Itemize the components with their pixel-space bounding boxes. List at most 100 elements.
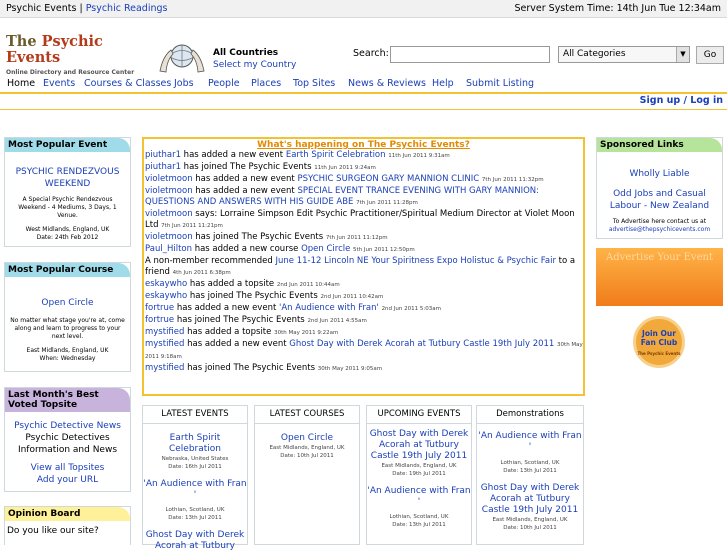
fan-club-badge[interactable]: Join Our Fan Club The Psychic Events: [633, 316, 685, 368]
feed-item: violetmoon has added a new event SPECIAL…: [144, 186, 583, 209]
feed-user-link[interactable]: fortrue: [145, 315, 174, 325]
feed-item-link[interactable]: Ghost Day with Derek Acorah at Tutbury C…: [289, 339, 554, 349]
event-location: Lothian, Scotland, UK: [389, 514, 449, 520]
nav-submit-listing[interactable]: Submit Listing: [466, 76, 534, 92]
search-label: Search:: [353, 48, 389, 59]
event-location: East Midlands, England, UK: [381, 463, 457, 469]
event-date: Date: 13th Jul 2011: [503, 468, 557, 474]
feed-date: 2nd Jun 2011 10:44am: [276, 282, 340, 288]
sponsored-link-1[interactable]: Wholly Liable: [600, 168, 719, 180]
box-heading: Opinion Board: [5, 507, 130, 521]
box-heading: Most Popular Event: [5, 138, 130, 152]
feed-item-link[interactable]: June 11-12 Lincoln NE Your Spiritness Ex…: [275, 256, 556, 266]
feed-user-link[interactable]: eskaywho: [145, 279, 187, 289]
feed-item-link[interactable]: Open Circle: [301, 244, 350, 254]
feed-item: violetmoon has added a new event PSYCHIC…: [144, 174, 583, 186]
feed-text: has added a new event: [184, 339, 290, 349]
upcoming-events-column: UPCOMING EVENTS Ghost Day with Derek Aco…: [366, 405, 472, 545]
nav-home[interactable]: Home: [7, 76, 35, 92]
event-link[interactable]: Earth Spirit Celebration: [143, 433, 247, 455]
feed-date: 30th May 2011 9:05am: [317, 366, 383, 372]
feed-title[interactable]: What's happening on The Psychic Events?: [144, 140, 583, 150]
feed-item: eskaywho has added a topsite 2nd Jun 201…: [144, 279, 583, 291]
most-popular-course-box: Most Popular Course Open Circle No matte…: [4, 262, 131, 372]
event-date: Date: 10th Jul 2011: [503, 525, 557, 531]
signup-bar: Sign up / Log in: [0, 94, 727, 110]
feed-user-link[interactable]: mystified: [145, 327, 184, 337]
server-time: Server System Time: 14th Jun Tue 12:34am: [514, 3, 721, 14]
sponsored-links-box: Sponsored Links Wholly Liable Odd Jobs a…: [596, 137, 723, 239]
popular-course-link[interactable]: Open Circle: [10, 297, 125, 309]
feed-user-link[interactable]: violetmoon: [145, 209, 193, 219]
feed-item-link[interactable]: PSYCHIC SURGEON GARY MANNION CLINIC: [297, 174, 479, 184]
column-heading: UPCOMING EVENTS: [367, 406, 471, 424]
feed-text: has added a new event: [180, 150, 286, 160]
feed-item: mystified has added a topsite 30th May 2…: [144, 327, 583, 339]
nav-places[interactable]: Places: [251, 76, 281, 92]
popular-course-location: East Midlands, England, UK: [26, 347, 109, 354]
feed-user-link[interactable]: mystified: [145, 363, 184, 373]
nav-jobs[interactable]: Jobs: [174, 76, 194, 92]
feed-user-link[interactable]: violetmoon: [145, 174, 193, 184]
event-link[interactable]: 'An Audience with Fran ': [367, 486, 471, 508]
popular-event-location: West Midlands, England, UK: [25, 226, 110, 233]
chevron-down-icon[interactable]: ▼: [676, 47, 689, 62]
event-link[interactable]: 'An Audience with Fran ': [477, 431, 583, 453]
nav-people[interactable]: People: [208, 76, 240, 92]
feed-item-link[interactable]: Earth Spirit Celebration: [286, 150, 386, 160]
box-heading: Last Month's Best Voted Topsite: [5, 388, 130, 412]
feed-user-link[interactable]: violetmoon: [145, 186, 193, 196]
popular-event-link[interactable]: PSYCHIC RENDEZVOUS WEEKEND: [11, 166, 124, 190]
nav-events[interactable]: Events: [43, 76, 75, 92]
go-button[interactable]: Go: [696, 46, 724, 64]
feed-date: 30th May 2011 9:22am: [274, 330, 339, 336]
best-topsite-box: Last Month's Best Voted Topsite Psychic …: [4, 387, 131, 492]
feed-user-link[interactable]: piuthar1: [145, 150, 181, 160]
nav-news-reviews[interactable]: News & Reviews: [348, 76, 426, 92]
demonstrations-column: Demonstrations 'An Audience with Fran ' …: [476, 405, 584, 545]
feed-text: has added a new event: [192, 186, 298, 196]
category-value: All Categories: [563, 49, 626, 59]
advertise-email-link[interactable]: advertise@thepsychicevents.com: [600, 226, 719, 234]
feed-date: 4th Jun 2011 6:38pm: [172, 270, 231, 276]
psychic-readings-link[interactable]: Psychic Readings: [86, 3, 168, 14]
search-input[interactable]: [390, 46, 550, 63]
feed-item-link[interactable]: 'An Audience with Fran': [279, 303, 379, 313]
feed-text: has added a topsite: [184, 327, 275, 337]
psychic-events-link[interactable]: Psychic Events: [6, 3, 76, 14]
feed-user-link[interactable]: fortrue: [145, 303, 174, 313]
nav-help[interactable]: Help: [432, 76, 454, 92]
feed-user-link[interactable]: Paul_Hilton: [145, 244, 192, 254]
feed-date: 7th Jun 2011 11:12pm: [325, 235, 388, 241]
event-location: Lothian, Scotland, UK: [500, 460, 560, 466]
event-link[interactable]: Ghost Day with Derek Acorah at Tutbury C…: [367, 429, 471, 462]
feed-item: Paul_Hilton has added a new course Open …: [144, 244, 583, 256]
feed-user-link[interactable]: mystified: [145, 339, 184, 349]
feed-date: 11th Jun 2011 9:31am: [388, 153, 450, 159]
sponsored-link-2[interactable]: Odd Jobs and Casual Labour - New Zealand: [600, 188, 719, 212]
event-date: Date: 19th Jul 2011: [392, 471, 446, 477]
feed-text: has added a new course: [192, 244, 302, 254]
category-select[interactable]: All Categories ▼: [558, 46, 690, 63]
event-link[interactable]: 'An Audience with Fran ': [143, 479, 247, 501]
nav-courses[interactable]: Courses & Classes: [84, 76, 171, 92]
nav-top-sites[interactable]: Top Sites: [293, 76, 335, 92]
advertise-event-banner[interactable]: Advertise Your Event: [596, 248, 723, 306]
feed-item: fortrue has joined The Psychic Events 2n…: [144, 315, 583, 327]
course-link[interactable]: Open Circle: [255, 433, 359, 444]
signup-login-link[interactable]: Sign up / Log in: [640, 95, 723, 106]
select-country-link[interactable]: Select my Country: [213, 60, 296, 70]
feed-user-link[interactable]: eskaywho: [145, 291, 187, 301]
add-url-link[interactable]: Add your URL: [5, 474, 130, 486]
feed-user-link[interactable]: piuthar1: [145, 162, 181, 172]
view-all-topsites-link[interactable]: View all Topsites: [5, 462, 130, 474]
event-link[interactable]: Ghost Day with Derek Acorah at Tutbury C…: [477, 483, 583, 516]
popular-course-date: When: Wednesday: [39, 355, 96, 362]
column-heading: LATEST COURSES: [255, 406, 359, 424]
feed-text: has added a new event: [174, 303, 279, 313]
site-logo[interactable]: The Psychic Events Online Directory and …: [6, 34, 154, 77]
feed-user-link[interactable]: violetmoon: [145, 232, 193, 242]
feed-item: piuthar1 has joined The Psychic Events 1…: [144, 162, 583, 174]
event-link[interactable]: Ghost Day with Derek Acorah at Tutbury: [143, 530, 247, 552]
topsite-link[interactable]: Psychic Detective News: [5, 420, 130, 432]
